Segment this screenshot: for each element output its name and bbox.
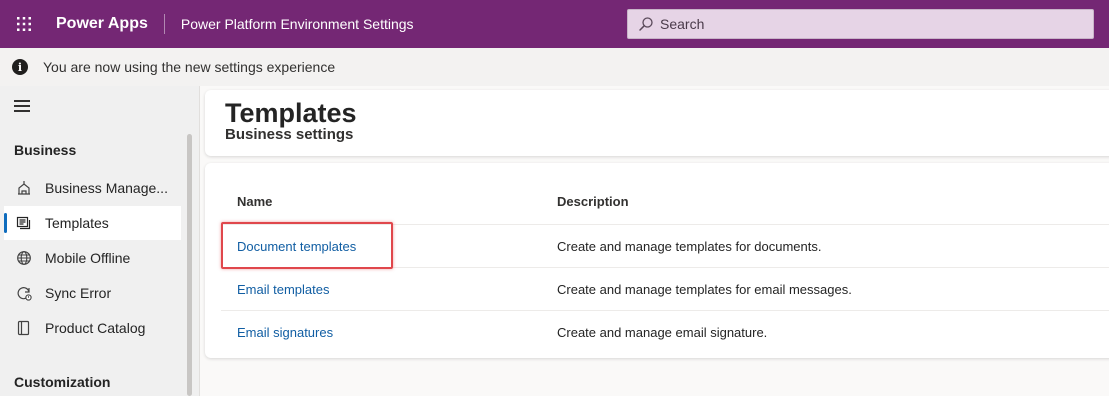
sidebar-item-label: Product Catalog <box>45 320 146 336</box>
table-row[interactable]: Document templates Create and manage tem… <box>221 224 1109 267</box>
waffle-icon[interactable] <box>0 0 48 48</box>
row-description: Create and manage email signature. <box>557 325 768 340</box>
sidebar-item-business-management[interactable]: Business Manage... <box>4 171 181 205</box>
search-icon <box>639 17 653 31</box>
sidebar-section-business: Business <box>14 142 77 158</box>
info-message: You are now using the new settings exper… <box>43 59 336 75</box>
product-catalog-icon <box>15 319 33 337</box>
sidebar-item-label: Sync Error <box>45 285 112 301</box>
business-management-icon <box>15 179 33 197</box>
sidebar-item-product-catalog[interactable]: Product Catalog <box>4 311 181 345</box>
column-header-description[interactable]: Description <box>557 194 629 209</box>
templates-table: Name Description Document templates Crea… <box>205 163 1109 358</box>
hamburger-menu-icon[interactable] <box>14 100 30 115</box>
email-templates-link[interactable]: Email templates <box>237 282 329 297</box>
top-bar: Power Apps Power Platform Environment Se… <box>0 0 1109 48</box>
sidebar-item-label: Business Manage... <box>45 180 168 196</box>
templates-icon <box>15 214 33 232</box>
row-description: Create and manage templates for email me… <box>557 282 852 297</box>
page-subtitle: Business settings <box>225 126 354 143</box>
sync-error-icon <box>15 284 33 302</box>
row-description: Create and manage templates for document… <box>557 239 822 254</box>
sidebar-item-label: Mobile Offline <box>45 250 131 266</box>
sidebar-item-templates[interactable]: Templates <box>4 206 181 240</box>
table-row[interactable]: Email templates Create and manage templa… <box>221 267 1109 310</box>
sidebar-item-sync-error[interactable]: Sync Error <box>4 276 181 310</box>
column-header-name[interactable]: Name <box>237 194 272 209</box>
sidebar-section-customization: Customization <box>14 374 111 390</box>
info-bar: i You are now using the new settings exp… <box>0 48 1109 86</box>
page-title: Templates <box>225 98 357 128</box>
info-icon: i <box>12 59 28 75</box>
app-name[interactable]: Power Apps <box>48 14 164 34</box>
search-input[interactable]: Search <box>627 9 1094 39</box>
globe-icon <box>15 249 33 267</box>
table-row[interactable]: Email signatures Create and manage email… <box>221 310 1109 353</box>
document-templates-link[interactable]: Document templates <box>237 239 356 254</box>
search-placeholder: Search <box>660 16 705 32</box>
sidebar-item-mobile-offline[interactable]: Mobile Offline <box>4 241 181 275</box>
sidebar: Business Business Manage... Templates Mo… <box>0 86 200 396</box>
email-signatures-link[interactable]: Email signatures <box>237 325 333 340</box>
sidebar-item-label: Templates <box>45 215 109 231</box>
environment-title: Power Platform Environment Settings <box>180 16 414 32</box>
page-header: Templates Business settings <box>205 90 1109 156</box>
sidebar-scrollbar[interactable] <box>187 134 192 396</box>
